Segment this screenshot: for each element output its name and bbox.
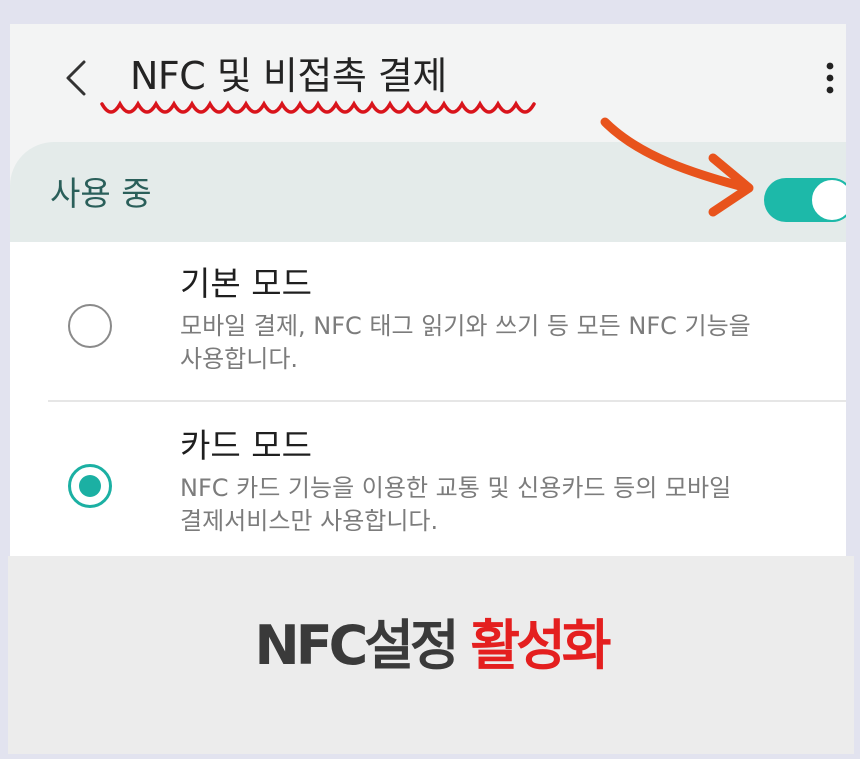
caption-part-red: 활성화 <box>470 614 611 677</box>
master-switch-row[interactable]: 사용 중 <box>10 142 846 242</box>
toggle-knob <box>810 178 846 222</box>
nfc-mode-list: 기본 모드 모바일 결제, NFC 태그 읽기와 쓰기 등 모든 NFC 기능을… <box>10 242 846 556</box>
radio-card-mode[interactable] <box>68 464 112 508</box>
app-bar: NFC 및 비접촉 결제 <box>10 24 846 142</box>
more-vertical-icon <box>826 62 834 94</box>
settings-screen: NFC 및 비접촉 결제 사용 중 기본 모드 모바일 결제, NFC 태그 읽… <box>10 24 846 556</box>
more-options-button[interactable] <box>820 58 840 98</box>
caption-part-black: NFC설정 <box>254 614 460 677</box>
option-description: NFC 카드 기능을 이용한 교통 및 신용카드 등의 모바일 결제서비스만 사… <box>180 474 732 535</box>
nfc-toggle-switch[interactable] <box>764 178 846 222</box>
radio-selected-dot <box>79 475 101 497</box>
radio-basic-mode[interactable] <box>68 304 112 348</box>
option-title: 기본 모드 <box>180 264 312 303</box>
option-basic-mode[interactable]: 기본 모드 모바일 결제, NFC 태그 읽기와 쓰기 등 모든 NFC 기능을… <box>10 242 846 398</box>
chevron-left-icon <box>66 60 86 96</box>
master-switch-label: 사용 중 <box>50 174 152 213</box>
back-button[interactable] <box>60 54 94 102</box>
option-description: 모바일 결제, NFC 태그 읽기와 쓰기 등 모든 NFC 기능을 사용합니다… <box>180 312 751 373</box>
page-title: NFC 및 비접촉 결제 <box>130 54 447 98</box>
option-title: 카드 모드 <box>180 426 312 465</box>
caption-banner: NFC설정 활성화 <box>8 556 854 754</box>
option-card-mode[interactable]: 카드 모드 NFC 카드 기능을 이용한 교통 및 신용카드 등의 모바일 결제… <box>10 402 846 556</box>
caption-text: NFC설정 활성화 <box>8 608 854 684</box>
red-wavy-underline <box>100 100 536 114</box>
